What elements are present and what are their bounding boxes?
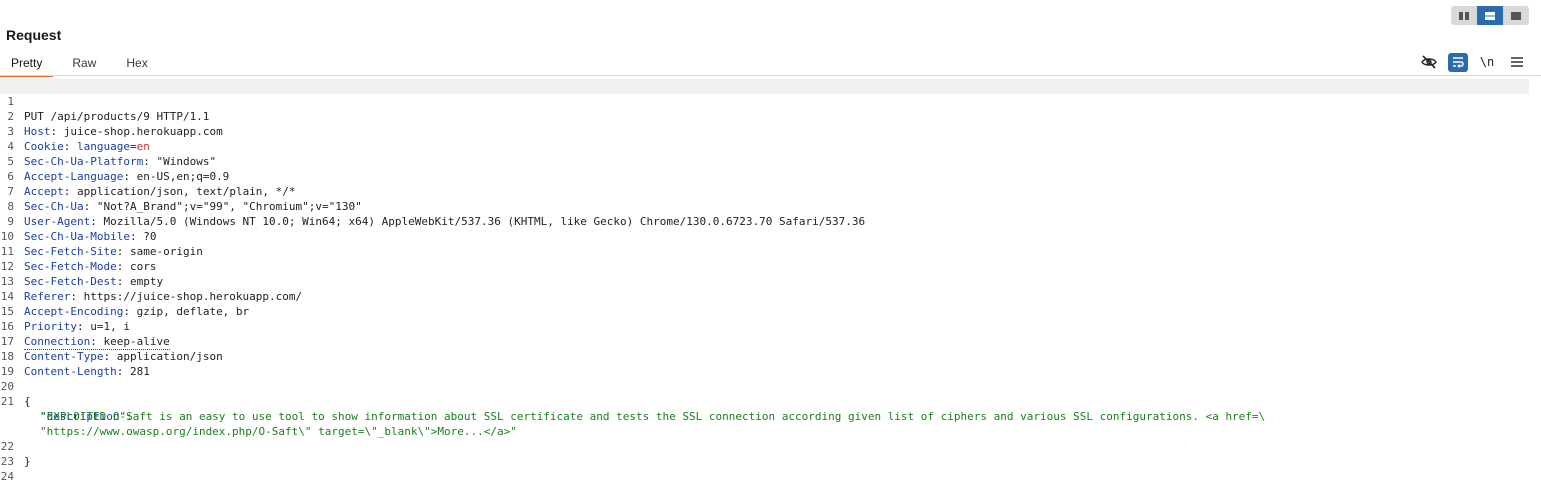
editor-line: 22 } [0, 424, 1541, 468]
editor-line: 7 Sec-Ch-Ua: "Not?A_Brand";v="99", "Chro… [0, 169, 1541, 213]
editor-line: 19 [0, 349, 1541, 378]
editor-line: 6 Accept: application/json, text/plain, … [0, 154, 1541, 198]
editor-line: 5 Accept-Language: en-US,en;q=0.9 [0, 139, 1541, 183]
editor-line: "https://www.owasp.org/index.php/O-Saft\… [0, 409, 1541, 438]
hamburger-menu-icon [1511, 57, 1523, 67]
editor-menu-button[interactable] [1506, 52, 1528, 72]
editor-line: 24 [0, 454, 1541, 483]
split-vertical-layout-button[interactable] [1451, 6, 1477, 25]
tabs-divider [0, 75, 1541, 76]
editor-line: 4 Sec-Ch-Ua-Platform: "Windows" [0, 124, 1541, 168]
layout-toggle [1451, 6, 1529, 25]
eye-off-icon [1421, 55, 1437, 69]
editor-line: 3 Cookie: language=en [0, 109, 1541, 153]
single-pane-icon [1511, 11, 1521, 20]
editor-line: 9 Sec-Ch-Ua-Mobile: ?0 [0, 199, 1541, 243]
hide-nonprintable-button[interactable] [1418, 52, 1440, 72]
editor-line: 11 Sec-Fetch-Mode: cors [0, 229, 1541, 273]
tab-hex[interactable]: Hex [115, 52, 158, 76]
editor-line: 10 Sec-Fetch-Site: same-origin [0, 214, 1541, 258]
editor-line: 18 Content-Length: 281 [0, 334, 1541, 378]
editor-line: 14 Accept-Encoding: gzip, deflate, br [0, 274, 1541, 318]
tab-pretty[interactable]: Pretty [0, 52, 54, 77]
editor-line: "EXPLOITED O-Saft is an easy to use tool… [0, 394, 1541, 423]
editor-line: 12 Sec-Fetch-Dest: empty [0, 244, 1541, 288]
tab-raw[interactable]: Raw [61, 52, 107, 76]
wrap-lines-button[interactable] [1448, 52, 1468, 72]
split-horizontal-layout-button[interactable] [1477, 6, 1503, 25]
editor-line: 15 Priority: u=1, i [0, 289, 1541, 333]
editor-line: 13 Referer: https://juice-shop.herokuapp… [0, 259, 1541, 303]
editor-toolbar: \n [1418, 52, 1536, 72]
editor-line: 21 "description": [0, 379, 1541, 423]
show-newlines-button[interactable]: \n [1476, 52, 1498, 72]
editor-line: 2 Host: juice-shop.herokuapp.com [0, 94, 1541, 138]
editor-line: 16 Connection: keep-alive [0, 304, 1541, 350]
editor-line: 8 User-Agent: Mozilla/5.0 (Windows NT 10… [0, 184, 1541, 228]
single-layout-button[interactable] [1503, 6, 1529, 25]
wrap-lines-icon [1453, 57, 1464, 68]
view-tabs: Pretty Raw Hex [0, 52, 167, 77]
split-horizontal-icon [1485, 11, 1495, 20]
panel-title: Request [6, 27, 62, 43]
split-vertical-icon [1459, 11, 1469, 20]
editor-line: 17 Content-Type: application/json [0, 319, 1541, 363]
editor-line: 23 [0, 439, 1541, 468]
editor-line: 20 { [0, 364, 1541, 408]
editor-line: 1 PUT /api/products/9 HTTP/1.1 [0, 79, 1529, 123]
request-editor[interactable]: 1 PUT /api/products/9 HTTP/1.1 2 Host: j… [0, 79, 1541, 483]
